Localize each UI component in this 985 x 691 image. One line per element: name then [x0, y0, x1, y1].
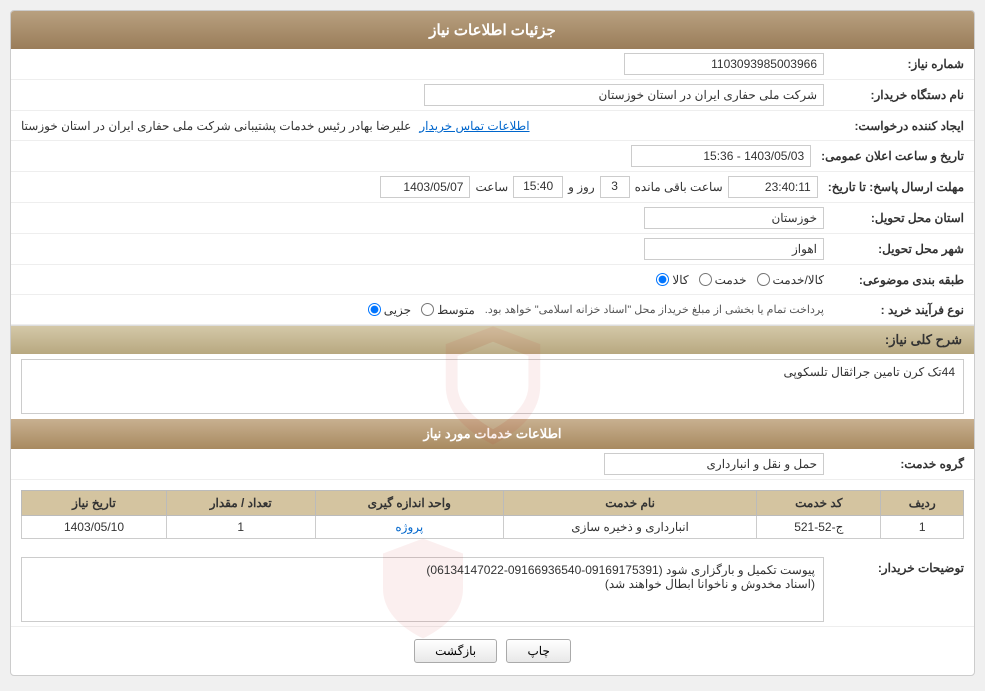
col-header-name: نام خدمت	[504, 491, 757, 516]
service-group-value-area: حمل و نقل و انبارداری	[21, 453, 824, 475]
cell-code: ج-52-521	[757, 516, 881, 539]
service-group-label: گروه خدمت:	[824, 457, 964, 471]
need-number-value: 1103093985003966	[624, 53, 824, 75]
service-group-row: گروه خدمت: حمل و نقل و انبارداری	[11, 449, 974, 480]
category-kala[interactable]: کالا	[656, 273, 688, 287]
need-summary-header: شرح کلی نیاز:	[11, 326, 974, 354]
delivery-city-row: شهر محل تحویل: اهواز	[11, 234, 974, 265]
category-row: طبقه بندی موضوعی: کالا/خدمت خدمت کالا	[11, 265, 974, 295]
buyer-notes-label: توضیحات خریدار:	[824, 557, 964, 575]
response-deadline-label: مهلت ارسال پاسخ: تا تاریخ:	[818, 180, 964, 194]
announce-time-area: 1403/05/03 - 15:36	[21, 145, 811, 167]
services-section-header: اطلاعات خدمات مورد نیاز	[11, 419, 974, 449]
announce-time-row: تاریخ و ساعت اعلان عمومی: 1403/05/03 - 1…	[11, 141, 974, 172]
buyer-notes-area: پیوست تکمیل و بارگزاری شود (09169175391-…	[21, 557, 824, 622]
response-days-value: 3	[600, 176, 630, 198]
category-kala-khedmat[interactable]: کالا/خدمت	[757, 273, 824, 287]
delivery-province-value: خوزستان	[644, 207, 824, 229]
category-kala-label: کالا	[672, 273, 688, 287]
purchase-type-jozyi[interactable]: جزیی	[368, 303, 411, 317]
category-label: طبقه بندی موضوعی:	[824, 273, 964, 287]
contact-link[interactable]: اطلاعات تماس خریدار	[419, 119, 529, 133]
days-label: روز و	[568, 180, 595, 194]
cell-date: 1403/05/10	[22, 516, 167, 539]
services-table-area: ردیف کد خدمت نام خدمت واحد اندازه گیری ت…	[11, 480, 974, 549]
col-header-code: کد خدمت	[757, 491, 881, 516]
back-button[interactable]: بازگشت	[414, 639, 497, 663]
delivery-province-label: استان محل تحویل:	[824, 211, 964, 225]
remaining-label: ساعت باقی مانده	[635, 180, 723, 194]
response-deadline-row: مهلت ارسال پاسخ: تا تاریخ: 23:40:11 ساعت…	[11, 172, 974, 203]
delivery-city-value: اهواز	[644, 238, 824, 260]
cell-quantity: 1	[166, 516, 315, 539]
category-area: کالا/خدمت خدمت کالا	[21, 273, 824, 287]
announce-time-label: تاریخ و ساعت اعلان عمومی:	[811, 149, 964, 163]
cell-row: 1	[881, 516, 964, 539]
col-header-date: تاریخ نیاز	[22, 491, 167, 516]
buyer-org-value: شرکت ملی حفاری ایران در استان خوزستان	[424, 84, 824, 106]
col-header-unit: واحد اندازه گیری	[315, 491, 503, 516]
response-time-value: 15:40	[513, 176, 563, 198]
category-khedmat-label: خدمت	[715, 273, 747, 287]
delivery-province-row: استان محل تحویل: خوزستان	[11, 203, 974, 234]
purchase-type-radio-group: متوسط جزیی	[368, 303, 475, 317]
purchase-type-note: پرداخت تمام یا بخشی از مبلغ خریداز محل "…	[485, 303, 824, 316]
need-number-value-area: 1103093985003966	[21, 53, 824, 75]
delivery-city-label: شهر محل تحویل:	[824, 242, 964, 256]
purchase-type-motevaset[interactable]: متوسط	[421, 303, 475, 317]
button-area: چاپ بازگشت	[11, 627, 974, 675]
response-remaining-value: 23:40:11	[728, 176, 818, 198]
col-header-quantity: تعداد / مقدار	[166, 491, 315, 516]
buyer-notes-row: توضیحات خریدار: پیوست تکمیل و بارگزاری ش…	[11, 549, 974, 627]
print-button[interactable]: چاپ	[506, 639, 570, 663]
purchase-type-area: پرداخت تمام یا بخشی از مبلغ خریداز محل "…	[21, 303, 824, 317]
category-radio-group: کالا/خدمت خدمت کالا	[656, 273, 824, 287]
time-label: ساعت	[475, 180, 508, 194]
need-number-label: شماره نیاز:	[824, 57, 964, 71]
creator-value: علیرضا بهادر رئیس خدمات پشتیبانی شرکت مل…	[21, 119, 411, 133]
purchase-type-label: نوع فرآیند خرید :	[824, 303, 964, 317]
category-kala-khedmat-label: کالا/خدمت	[773, 273, 824, 287]
buyer-org-label: نام دستگاه خریدار:	[824, 88, 964, 102]
creator-label: ایجاد کننده درخواست:	[824, 119, 964, 133]
cell-unit: پروژه	[315, 516, 503, 539]
category-khedmat[interactable]: خدمت	[699, 273, 747, 287]
announce-time-value: 1403/05/03 - 15:36	[631, 145, 811, 167]
purchase-type-row: نوع فرآیند خرید : پرداخت تمام یا بخشی از…	[11, 295, 974, 325]
table-row: 1 ج-52-521 انبارداری و ذخیره سازی پروژه …	[22, 516, 964, 539]
response-deadline-area: 23:40:11 ساعت باقی مانده 3 روز و 15:40 س…	[21, 176, 818, 198]
delivery-province-area: خوزستان	[21, 207, 824, 229]
cell-name: انبارداری و ذخیره سازی	[504, 516, 757, 539]
need-summary-value: 44تک کرن تامین جراثقال تلسکوپی	[784, 365, 955, 379]
col-header-row: ردیف	[881, 491, 964, 516]
services-table: ردیف کد خدمت نام خدمت واحد اندازه گیری ت…	[21, 490, 964, 539]
buyer-org-row: نام دستگاه خریدار: شرکت ملی حفاری ایران …	[11, 80, 974, 111]
response-date-value: 1403/05/07	[380, 176, 470, 198]
page-title: جزئیات اطلاعات نیاز	[11, 11, 974, 49]
need-summary-area: 44تک کرن تامین جراثقال تلسکوپی	[11, 354, 974, 419]
buyer-notes-value: پیوست تکمیل و بارگزاری شود (09169175391-…	[426, 563, 815, 591]
creator-value-area: اطلاعات تماس خریدار علیرضا بهادر رئیس خد…	[21, 119, 824, 133]
purchase-type-jozyi-label: جزیی	[384, 303, 411, 317]
service-group-value: حمل و نقل و انبارداری	[604, 453, 824, 475]
purchase-type-motevaset-label: متوسط	[437, 303, 475, 317]
creator-row: ایجاد کننده درخواست: اطلاعات تماس خریدار…	[11, 111, 974, 141]
buyer-org-value-area: شرکت ملی حفاری ایران در استان خوزستان	[21, 84, 824, 106]
need-number-row: شماره نیاز: 1103093985003966	[11, 49, 974, 80]
delivery-city-area: اهواز	[21, 238, 824, 260]
